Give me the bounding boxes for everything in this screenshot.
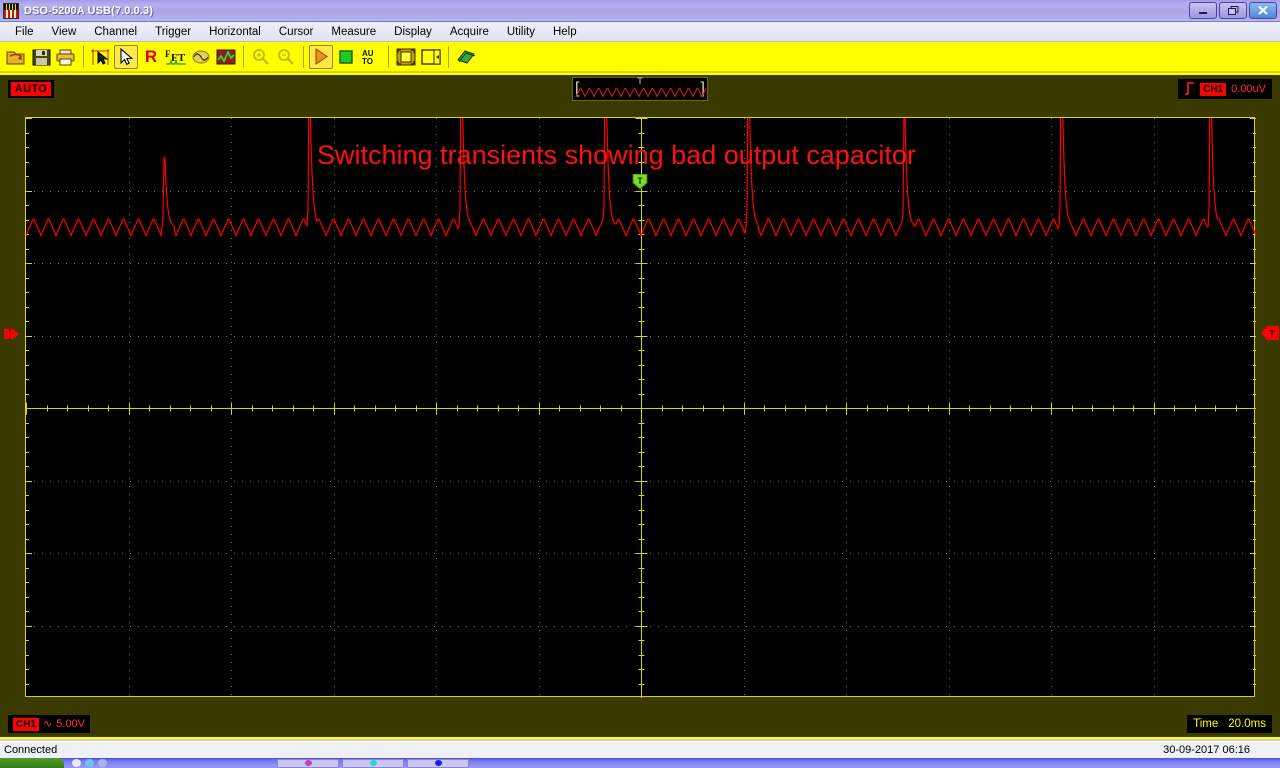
- toolbar-separator: [243, 45, 244, 68]
- main-toolbar: R F FT AU TO: [0, 42, 1280, 73]
- graticule[interactable]: Switching transients showing bad output …: [25, 117, 1256, 698]
- datetime-display: 30-09-2017 06:16: [1163, 744, 1250, 756]
- waveform-overview-panel[interactable]: T [ ]: [572, 77, 708, 101]
- app-icon: [3, 2, 19, 19]
- start-button[interactable]: [0, 758, 64, 768]
- taskbar-task-2[interactable]: [342, 758, 404, 768]
- waveform-math-icon[interactable]: [214, 45, 238, 69]
- scope-bottom-readout-strip: CH1 ∿ 5.00V Time 20.0ms: [0, 713, 1280, 737]
- taskbar-task-3[interactable]: [407, 758, 469, 768]
- quicklaunch-icon-1[interactable]: [72, 759, 81, 767]
- quicklaunch-icon-2[interactable]: [85, 759, 94, 767]
- svg-text:TO: TO: [362, 57, 373, 66]
- channel-ground-marker-left[interactable]: [4, 326, 22, 342]
- window-title-bar: DSO-5200A USB(7.0.0.3): [0, 0, 1280, 22]
- trigger-source-badge: CH1: [1200, 82, 1227, 96]
- window-title: DSO-5200A USB(7.0.0.3): [24, 4, 153, 17]
- close-button[interactable]: [1249, 2, 1277, 19]
- cursor-measure-icon[interactable]: [89, 45, 113, 69]
- menu-item-measure[interactable]: Measure: [322, 24, 385, 40]
- autoset-icon[interactable]: AU TO: [359, 45, 383, 69]
- oscilloscope-display-area: AUTO T [ ] CH1 0.00uV T T Switching tran…: [0, 73, 1280, 739]
- minimize-button[interactable]: [1189, 2, 1217, 19]
- waveform-annotation-text: Switching transients showing bad output …: [317, 140, 916, 170]
- panel-toggle-icon[interactable]: [419, 45, 443, 69]
- window-controls: [1189, 2, 1280, 19]
- svg-text:T: T: [637, 176, 643, 186]
- zoom-out-icon[interactable]: [274, 45, 298, 69]
- fullscreen-icon[interactable]: [394, 45, 418, 69]
- run-icon[interactable]: [309, 44, 333, 69]
- trigger-level-marker-right[interactable]: T: [1260, 324, 1280, 342]
- channel1-readout[interactable]: CH1 ∿ 5.00V: [8, 715, 90, 733]
- menu-item-trigger[interactable]: Trigger: [146, 24, 200, 40]
- timebase-value: 20.0ms: [1228, 718, 1266, 730]
- svg-text:FT: FT: [171, 52, 186, 64]
- open-file-icon[interactable]: [4, 45, 28, 69]
- trigger-status-readout[interactable]: CH1 0.00uV: [1178, 79, 1272, 99]
- status-bar: Connected 30-09-2017 06:16: [0, 741, 1280, 758]
- scope-top-status-strip: AUTO T [ ] CH1 0.00uV: [0, 75, 1280, 103]
- toolbar-separator: [83, 45, 84, 68]
- acquisition-mode-badge: AUTO: [8, 80, 54, 98]
- trigger-level-value: 0.00uV: [1231, 83, 1266, 95]
- menu-item-help[interactable]: Help: [544, 24, 586, 40]
- timebase-readout[interactable]: Time 20.0ms: [1187, 715, 1272, 733]
- ac-coupling-icon: ∿: [43, 717, 53, 730]
- persistence-icon[interactable]: [189, 45, 213, 69]
- menu-item-utility[interactable]: Utility: [498, 24, 544, 40]
- taskbar-task-list: [277, 758, 469, 768]
- timebase-label: Time: [1193, 718, 1219, 730]
- menu-item-display[interactable]: Display: [385, 24, 441, 40]
- trigger-position-marker[interactable]: T: [632, 173, 648, 190]
- print-icon[interactable]: [54, 45, 78, 69]
- menu-item-horizontal[interactable]: Horizontal: [200, 24, 270, 40]
- menu-item-view[interactable]: View: [43, 24, 86, 40]
- taskbar-task-1[interactable]: [277, 758, 339, 768]
- menu-bar: File View Channel Trigger Horizontal Cur…: [0, 22, 1280, 42]
- channel1-badge: CH1: [13, 717, 40, 731]
- menu-item-cursor[interactable]: Cursor: [270, 24, 323, 40]
- toolbar-separator: [388, 45, 389, 68]
- waveform-trace: [26, 118, 1256, 238]
- svg-text:T: T: [1269, 329, 1275, 340]
- oscilloscope-application: DSO-5200A USB(7.0.0.3) File View Channel…: [0, 0, 1280, 768]
- graticule-wrapper: Switching transients showing bad output …: [25, 117, 1256, 768]
- rising-edge-icon: [1184, 81, 1195, 97]
- quicklaunch-icon-3[interactable]: [98, 759, 107, 767]
- quick-launch-bar: [72, 759, 107, 767]
- channel1-volts-per-div: 5.00V: [56, 718, 85, 730]
- toolbar-separator: [448, 45, 449, 68]
- fft-icon[interactable]: F FT: [164, 45, 188, 69]
- stop-icon[interactable]: [334, 45, 358, 69]
- reference-waveform-icon[interactable]: R: [139, 45, 163, 69]
- menu-item-file[interactable]: File: [6, 24, 43, 40]
- menu-item-acquire[interactable]: Acquire: [441, 24, 498, 40]
- windows-taskbar: [0, 758, 1280, 768]
- maximize-button[interactable]: [1219, 2, 1247, 19]
- toolbar-separator: [303, 45, 304, 68]
- select-pointer-icon[interactable]: [114, 44, 138, 69]
- connection-status: Connected: [4, 744, 58, 756]
- acquisition-mode-label: AUTO: [10, 82, 52, 96]
- about-icon[interactable]: [454, 45, 478, 69]
- zoom-in-icon[interactable]: [249, 45, 273, 69]
- menu-item-channel[interactable]: Channel: [85, 24, 146, 40]
- overview-waveform: [575, 88, 707, 98]
- save-file-icon[interactable]: [29, 45, 53, 69]
